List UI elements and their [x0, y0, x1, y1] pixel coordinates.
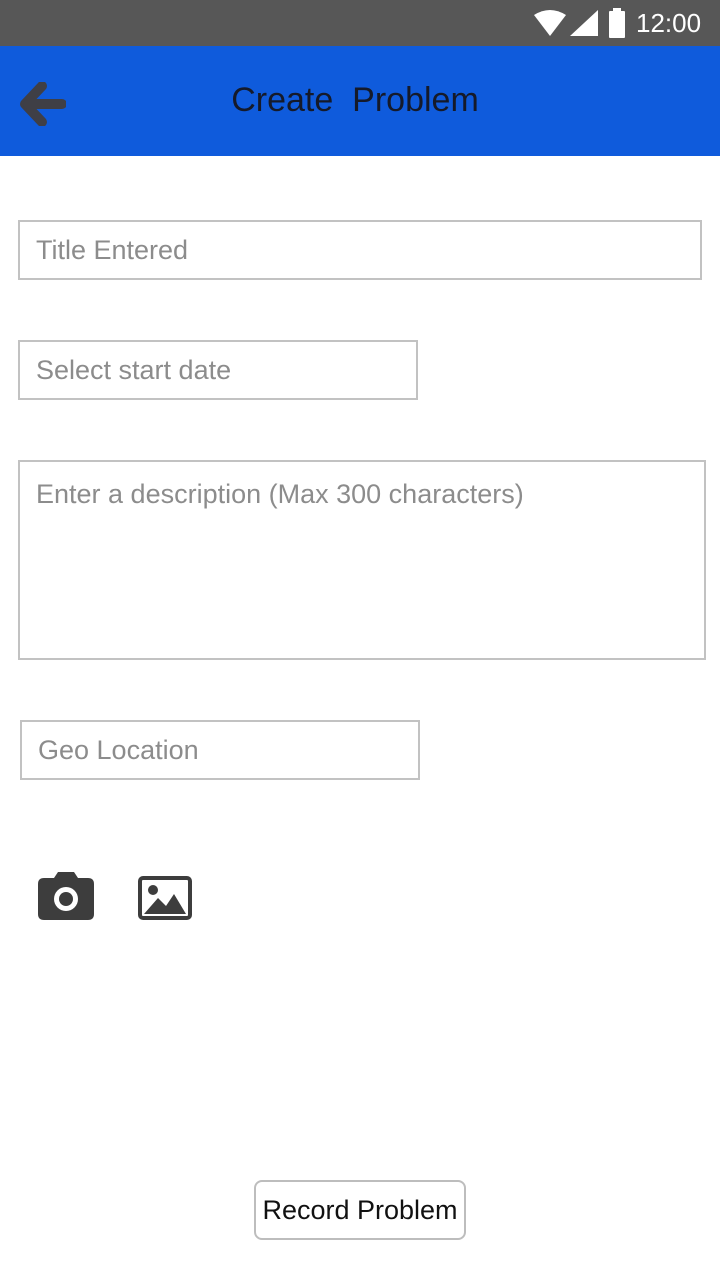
- record-problem-button[interactable]: Record Problem: [254, 1180, 466, 1240]
- description-textarea[interactable]: [18, 460, 706, 660]
- camera-button[interactable]: [38, 872, 94, 922]
- page-title: Create Problem: [231, 81, 479, 119]
- status-time: 12:00: [636, 8, 702, 38]
- gallery-button[interactable]: [138, 876, 194, 922]
- start-date-input[interactable]: [18, 340, 418, 400]
- cell-signal-icon: [570, 10, 598, 36]
- status-bar: 12:00: [0, 0, 720, 46]
- title-input[interactable]: [18, 220, 702, 280]
- battery-icon: [609, 8, 625, 38]
- geo-location-input[interactable]: [20, 720, 420, 780]
- image-gallery-icon: [138, 876, 192, 920]
- app-bar: Create Problem: [0, 46, 720, 156]
- wifi-icon: [534, 10, 566, 36]
- camera-icon: [38, 872, 94, 920]
